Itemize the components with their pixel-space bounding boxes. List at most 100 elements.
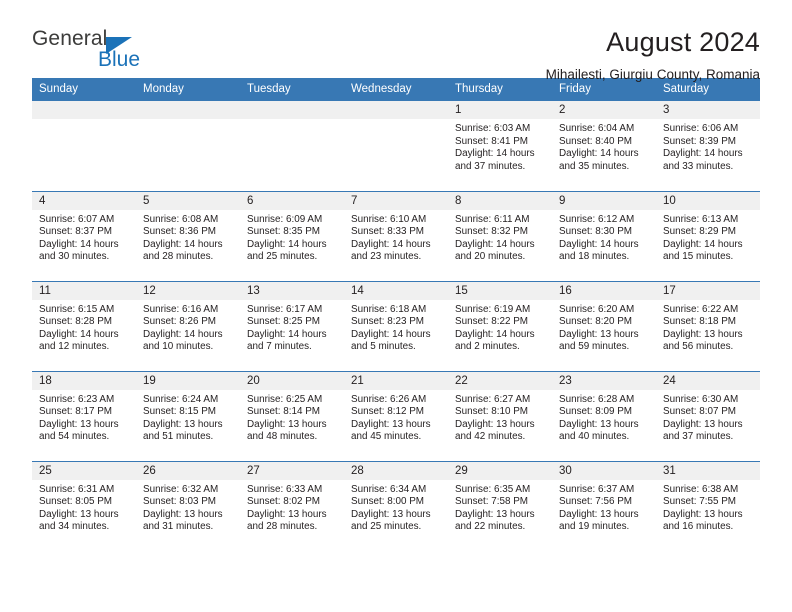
daylight-line1: Daylight: 14 hours	[663, 148, 743, 160]
sunrise-time: Sunrise: 6:07 AM	[39, 213, 115, 225]
daylight-line2: and 7 minutes.	[247, 341, 312, 353]
sunrise-time: Sunrise: 6:25 AM	[247, 393, 323, 405]
calendar-week-row: 25 Sunrise: 6:31 AM Sunset: 8:05 PM Dayligh…	[32, 460, 760, 551]
calendar-day-cell[interactable]: 12 Sunrise: 6:16 AM Sunset: 8:26 PM Dayligh…	[136, 280, 240, 371]
sunrise-time: Sunrise: 6:24 AM	[143, 393, 219, 405]
day-details: Sunrise: 6:15 AM Sunset: 8:28 PM Daylight:…	[32, 300, 136, 354]
sunrise-time: Sunrise: 6:32 AM	[143, 483, 219, 495]
sunset-time: Sunset: 8:12 PM	[351, 406, 425, 418]
daylight-line1: Daylight: 14 hours	[351, 328, 431, 340]
day-details: Sunrise: 6:28 AM Sunset: 8:09 PM Daylight:…	[552, 390, 656, 444]
calendar-day-cell[interactable]: 28 Sunrise: 6:34 AM Sunset: 8:00 PM Dayligh…	[344, 460, 448, 551]
calendar-day-cell[interactable]: 21 Sunrise: 6:26 AM Sunset: 8:12 PM Dayligh…	[344, 370, 448, 461]
day-number	[240, 101, 344, 119]
sunrise-time: Sunrise: 6:38 AM	[663, 483, 739, 495]
sunset-time: Sunset: 8:22 PM	[455, 316, 529, 328]
calendar-day-cell[interactable]: 14 Sunrise: 6:18 AM Sunset: 8:23 PM Dayligh…	[344, 280, 448, 371]
calendar-day-cell[interactable]: 23 Sunrise: 6:28 AM Sunset: 8:09 PM Dayligh…	[552, 370, 656, 461]
daylight-line1: Daylight: 14 hours	[455, 328, 535, 340]
calendar-week-row: 11 Sunrise: 6:15 AM Sunset: 8:28 PM Dayligh…	[32, 280, 760, 371]
calendar-day-cell[interactable]: 24 Sunrise: 6:30 AM Sunset: 8:07 PM Dayligh…	[656, 370, 760, 461]
calendar-day-cell[interactable]: 29 Sunrise: 6:35 AM Sunset: 7:58 PM Dayligh…	[448, 460, 552, 551]
calendar-day-cell[interactable]: 15 Sunrise: 6:19 AM Sunset: 8:22 PM Dayligh…	[448, 280, 552, 371]
day-number: 20	[240, 371, 344, 390]
day-number: 31	[656, 461, 760, 480]
sunrise-time: Sunrise: 6:26 AM	[351, 393, 427, 405]
daylight-line1: Daylight: 13 hours	[39, 418, 119, 430]
day-number: 25	[32, 461, 136, 480]
day-details: Sunrise: 6:38 AM Sunset: 7:55 PM Daylight:…	[656, 480, 760, 534]
sunset-time: Sunset: 8:32 PM	[455, 226, 529, 238]
day-number: 6	[240, 191, 344, 210]
calendar-day-cell[interactable]: 7 Sunrise: 6:10 AM Sunset: 8:33 PM Daylight…	[344, 190, 448, 281]
daylight-line2: and 45 minutes.	[351, 431, 422, 443]
sunset-time: Sunset: 8:18 PM	[663, 316, 737, 328]
calendar-day-cell[interactable]: 10 Sunrise: 6:13 AM Sunset: 8:29 PM Dayligh…	[656, 190, 760, 281]
sunrise-time: Sunrise: 6:03 AM	[455, 123, 531, 134]
daylight-line1: Daylight: 13 hours	[351, 418, 431, 430]
day-details: Sunrise: 6:23 AM Sunset: 8:17 PM Daylight:…	[32, 390, 136, 444]
daylight-line2: and 59 minutes.	[559, 341, 630, 353]
daylight-line1: Daylight: 14 hours	[663, 238, 743, 250]
sunrise-time: Sunrise: 6:17 AM	[247, 303, 323, 315]
sunrise-time: Sunrise: 6:19 AM	[455, 303, 531, 315]
calendar-day-cell[interactable]: 27 Sunrise: 6:33 AM Sunset: 8:02 PM Dayligh…	[240, 460, 344, 551]
calendar-day-cell[interactable]: 6 Sunrise: 6:09 AM Sunset: 8:35 PM Daylight…	[240, 190, 344, 281]
day-number: 24	[656, 371, 760, 390]
day-details: Sunrise: 6:16 AM Sunset: 8:26 PM Daylight:…	[136, 300, 240, 354]
calendar-table: Sunday Monday Tuesday Wednesday Thursday…	[32, 78, 760, 551]
calendar-day-cell[interactable]: 30 Sunrise: 6:37 AM Sunset: 7:56 PM Dayligh…	[552, 460, 656, 551]
sunrise-time: Sunrise: 6:10 AM	[351, 213, 427, 225]
day-number: 11	[32, 281, 136, 300]
calendar-day-cell[interactable]: 17 Sunrise: 6:22 AM Sunset: 8:18 PM Dayligh…	[656, 280, 760, 371]
daylight-line2: and 19 minutes.	[559, 521, 630, 533]
day-number: 14	[344, 281, 448, 300]
calendar-day-cell[interactable]: 20 Sunrise: 6:25 AM Sunset: 8:14 PM Dayligh…	[240, 370, 344, 461]
day-number: 13	[240, 281, 344, 300]
calendar-day-cell[interactable]: 8 Sunrise: 6:11 AM Sunset: 8:32 PM Daylight…	[448, 190, 552, 281]
calendar-cell-empty	[136, 101, 240, 191]
daylight-line1: Daylight: 13 hours	[559, 328, 639, 340]
sunrise-time: Sunrise: 6:33 AM	[247, 483, 323, 495]
day-details: Sunrise: 6:34 AM Sunset: 8:00 PM Daylight:…	[344, 480, 448, 534]
calendar-day-cell[interactable]: 1 Sunrise: 6:03 AM Sunset: 8:41 PM Daylight…	[448, 101, 552, 191]
calendar-week-row: 1 Sunrise: 6:03 AM Sunset: 8:41 PM Daylight…	[32, 101, 760, 191]
sunset-time: Sunset: 8:28 PM	[39, 316, 113, 328]
daylight-line2: and 18 minutes.	[559, 251, 630, 263]
calendar-day-cell[interactable]: 26 Sunrise: 6:32 AM Sunset: 8:03 PM Dayligh…	[136, 460, 240, 551]
calendar-cell-empty	[240, 101, 344, 191]
brand-logo[interactable]: General Blue	[32, 26, 152, 71]
daylight-line2: and 33 minutes.	[663, 160, 734, 172]
sunset-time: Sunset: 8:20 PM	[559, 316, 633, 328]
sunset-time: Sunset: 7:56 PM	[559, 496, 633, 508]
sunrise-time: Sunrise: 6:09 AM	[247, 213, 323, 225]
calendar-day-cell[interactable]: 2 Sunrise: 6:04 AM Sunset: 8:40 PM Daylight…	[552, 101, 656, 191]
day-number: 26	[136, 461, 240, 480]
calendar-day-cell[interactable]: 11 Sunrise: 6:15 AM Sunset: 8:28 PM Dayligh…	[32, 280, 136, 371]
calendar-day-cell[interactable]: 18 Sunrise: 6:23 AM Sunset: 8:17 PM Dayligh…	[32, 370, 136, 461]
sunset-time: Sunset: 8:29 PM	[663, 226, 737, 238]
calendar-day-cell[interactable]: 9 Sunrise: 6:12 AM Sunset: 8:30 PM Daylight…	[552, 190, 656, 281]
calendar-day-cell[interactable]: 3 Sunrise: 6:06 AM Sunset: 8:39 PM Daylight…	[656, 101, 760, 191]
day-number: 21	[344, 371, 448, 390]
daylight-line2: and 23 minutes.	[351, 251, 422, 263]
daylight-line1: Daylight: 14 hours	[247, 328, 327, 340]
calendar-day-cell[interactable]: 5 Sunrise: 6:08 AM Sunset: 8:36 PM Daylight…	[136, 190, 240, 281]
calendar-day-cell[interactable]: 25 Sunrise: 6:31 AM Sunset: 8:05 PM Dayligh…	[32, 460, 136, 551]
calendar-day-cell[interactable]: 22 Sunrise: 6:27 AM Sunset: 8:10 PM Dayligh…	[448, 370, 552, 461]
day-number: 15	[448, 281, 552, 300]
calendar-day-cell[interactable]: 4 Sunrise: 6:07 AM Sunset: 8:37 PM Daylight…	[32, 190, 136, 281]
calendar-page: General Blue August 2024 Mihailesti, Giu…	[0, 0, 792, 612]
day-number	[136, 101, 240, 119]
day-number: 16	[552, 281, 656, 300]
calendar-day-cell[interactable]: 13 Sunrise: 6:17 AM Sunset: 8:25 PM Dayligh…	[240, 280, 344, 371]
daylight-line1: Daylight: 13 hours	[247, 418, 327, 430]
daylight-line2: and 5 minutes.	[351, 341, 416, 353]
calendar-day-cell[interactable]: 16 Sunrise: 6:20 AM Sunset: 8:20 PM Dayligh…	[552, 280, 656, 371]
day-number: 23	[552, 371, 656, 390]
daylight-line2: and 16 minutes.	[663, 521, 734, 533]
sunrise-time: Sunrise: 6:04 AM	[559, 123, 635, 134]
sunrise-time: Sunrise: 6:23 AM	[39, 393, 115, 405]
calendar-day-cell[interactable]: 19 Sunrise: 6:24 AM Sunset: 8:15 PM Dayligh…	[136, 370, 240, 461]
calendar-day-cell[interactable]: 31 Sunrise: 6:38 AM Sunset: 7:55 PM Dayligh…	[656, 460, 760, 551]
